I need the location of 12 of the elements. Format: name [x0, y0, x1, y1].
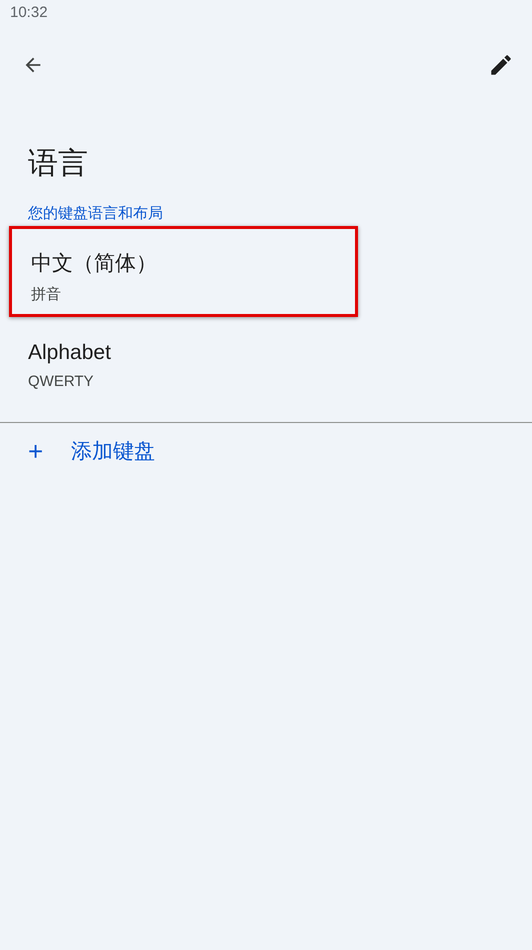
status-time: 10:32 — [10, 4, 48, 23]
keyboard-item[interactable]: Alphabet QWERTY — [0, 317, 532, 414]
keyboard-name: 中文（简体） — [31, 251, 157, 277]
page-title: 语言 — [28, 146, 89, 182]
plus-icon: + — [28, 438, 44, 464]
keyboard-layout: QWERTY — [28, 373, 94, 390]
keyboard-layout: 拼音 — [31, 285, 61, 304]
keyboard-name: Alphabet — [28, 341, 111, 365]
section-header: 您的键盘语言和布局 — [28, 204, 164, 222]
keyboard-item[interactable]: 中文（简体） 拼音 — [9, 226, 358, 317]
add-keyboard-label: 添加键盘 — [71, 439, 156, 465]
add-keyboard-button[interactable]: + 添加键盘 — [28, 437, 156, 465]
